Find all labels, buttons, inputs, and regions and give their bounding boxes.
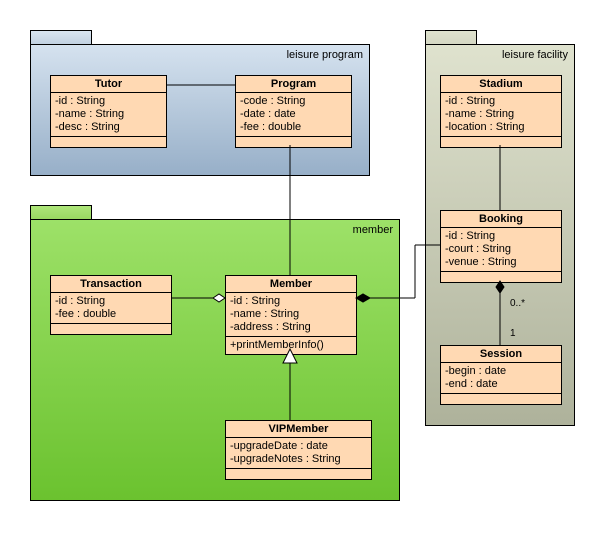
class-stadium: Stadium -id : String -name : String -loc… bbox=[440, 75, 562, 148]
class-attributes: -id : String -name : String -location : … bbox=[441, 93, 561, 137]
class-name: Member bbox=[226, 276, 356, 293]
class-operations bbox=[441, 137, 561, 147]
class-member: Member -id : String -name : String -addr… bbox=[225, 275, 357, 355]
multiplicity-label: 1 bbox=[510, 328, 516, 339]
class-name: VIPMember bbox=[226, 421, 371, 438]
class-operations bbox=[51, 324, 171, 334]
package-label: leisure facility bbox=[502, 49, 568, 61]
class-attributes: -upgradeDate : date -upgradeNotes : Stri… bbox=[226, 438, 371, 469]
class-booking: Booking -id : String -court : String -ve… bbox=[440, 210, 562, 283]
class-attributes: -id : String -name : String -desc : Stri… bbox=[51, 93, 166, 137]
class-operations bbox=[51, 137, 166, 147]
class-program: Program -code : String -date : date -fee… bbox=[235, 75, 352, 148]
class-name: Tutor bbox=[51, 76, 166, 93]
class-session: Session -begin : date -end : date bbox=[440, 345, 562, 405]
package-label: member bbox=[353, 224, 393, 236]
class-vipmember: VIPMember -upgradeDate : date -upgradeNo… bbox=[225, 420, 372, 480]
class-transaction: Transaction -id : String -fee : double bbox=[50, 275, 172, 335]
class-name: Session bbox=[441, 346, 561, 363]
package-label: leisure program bbox=[287, 49, 363, 61]
class-name: Booking bbox=[441, 211, 561, 228]
class-operations bbox=[441, 272, 561, 282]
uml-class-diagram: leisure program leisure facility member … bbox=[0, 0, 605, 540]
multiplicity-label: 0..* bbox=[510, 298, 525, 309]
class-name: Transaction bbox=[51, 276, 171, 293]
class-attributes: -id : String -court : String -venue : St… bbox=[441, 228, 561, 272]
class-operations: +printMemberInfo() bbox=[226, 337, 356, 354]
class-attributes: -code : String -date : date -fee : doubl… bbox=[236, 93, 351, 137]
class-operations bbox=[226, 469, 371, 479]
class-name: Program bbox=[236, 76, 351, 93]
class-operations bbox=[236, 137, 351, 147]
class-operations bbox=[441, 394, 561, 404]
class-attributes: -id : String -fee : double bbox=[51, 293, 171, 324]
class-attributes: -begin : date -end : date bbox=[441, 363, 561, 394]
class-attributes: -id : String -name : String -address : S… bbox=[226, 293, 356, 337]
class-name: Stadium bbox=[441, 76, 561, 93]
class-tutor: Tutor -id : String -name : String -desc … bbox=[50, 75, 167, 148]
